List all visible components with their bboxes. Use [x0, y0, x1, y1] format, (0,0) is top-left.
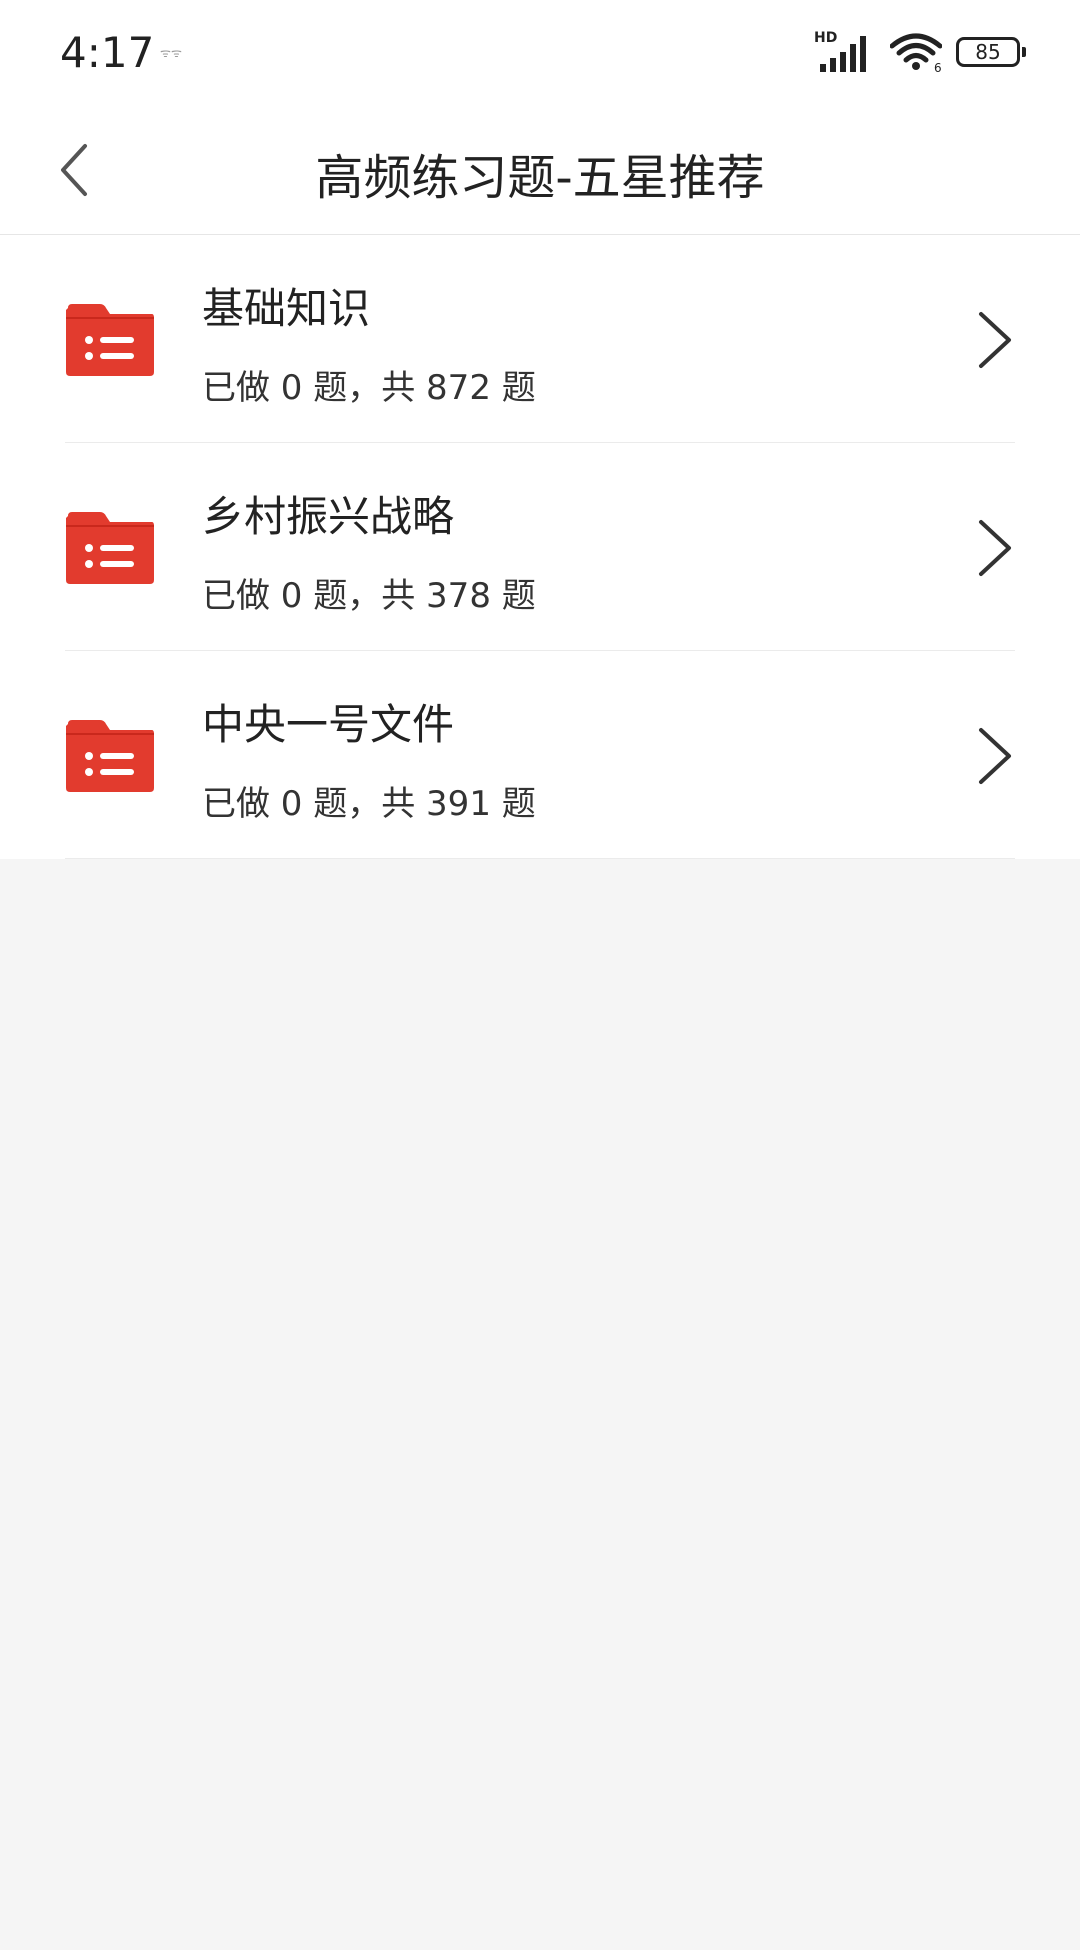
status-icons: HD 6 85 — [814, 30, 1026, 74]
chevron-right-icon — [979, 312, 1011, 368]
item-title: 中央一号文件 — [202, 700, 455, 749]
status-bar: 4:17 ᯤᯤ HD 6 85 — [0, 0, 1080, 105]
item-title: 乡村振兴战略 — [202, 492, 455, 541]
page-title: 高频练习题-五星推荐 — [315, 150, 765, 206]
category-list: 基础知识 已做 0 题，共 872 题 乡村振兴战略 已做 0 题，共 378 … — [0, 235, 1080, 859]
top-area: 4:17 ᯤᯤ HD 6 85 高频练习题-五星推荐 — [0, 0, 1080, 235]
navigation-bar: 高频练习题-五星推荐 — [0, 105, 1080, 235]
item-title: 基础知识 — [202, 284, 371, 333]
folder-list-icon — [66, 304, 154, 376]
battery-level: 85 — [975, 40, 1001, 64]
cellular-signal-icon: HD — [814, 30, 876, 74]
folder-list-icon — [66, 720, 154, 792]
divider — [65, 858, 1015, 859]
wifi-icon: 6 — [890, 33, 942, 72]
item-progress: 已做 0 题，共 872 题 — [202, 368, 536, 408]
chevron-right-icon — [979, 520, 1011, 576]
svg-text:6: 6 — [934, 61, 942, 72]
list-item-basic-knowledge[interactable]: 基础知识 已做 0 题，共 872 题 — [0, 235, 1080, 443]
status-time: 4:17 — [60, 28, 155, 77]
chevron-right-icon — [979, 728, 1011, 784]
list-item-central-document[interactable]: 中央一号文件 已做 0 题，共 391 题 — [0, 651, 1080, 859]
folder-list-icon — [66, 512, 154, 584]
list-item-rural-revitalization[interactable]: 乡村振兴战略 已做 0 题，共 378 题 — [0, 443, 1080, 651]
item-progress: 已做 0 题，共 378 题 — [202, 576, 536, 616]
notification-indicator: ᯤᯤ — [160, 46, 182, 60]
battery-icon: 85 — [956, 37, 1026, 67]
item-progress: 已做 0 题，共 391 题 — [202, 784, 536, 824]
